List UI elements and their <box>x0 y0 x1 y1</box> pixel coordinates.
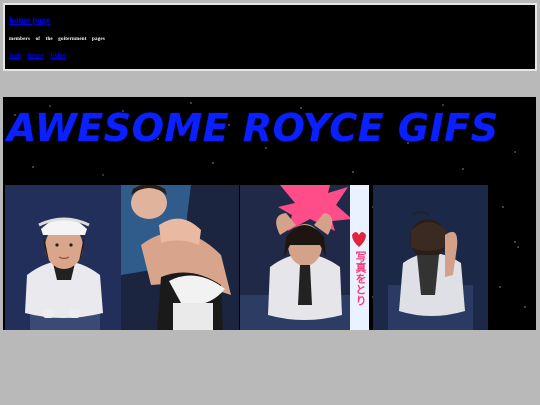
nav-link-royce[interactable]: Royce <box>28 53 44 59</box>
member-nav: Josh Royce Dylan <box>9 53 66 59</box>
nav-link-dylan[interactable]: Dylan <box>50 53 65 59</box>
royce-gif-looking-down <box>373 185 488 330</box>
royce-gifs-banner: AWESOME ROYCE GIFS 写真をとり <box>3 97 536 330</box>
royce-gif-pointing <box>121 185 239 330</box>
nav-link-josh[interactable]: Josh <box>9 53 21 59</box>
site-subtitle: members of the goiternment pages <box>9 37 105 42</box>
photobooth-caption: 写真をとり <box>354 251 367 306</box>
royce-gif-white-cap <box>5 185 122 330</box>
banner-title: AWESOME ROYCE GIFS <box>7 106 499 150</box>
royce-gif-photobooth: 写真をとり <box>240 185 369 330</box>
home-page-link[interactable]: home page <box>9 15 50 25</box>
header-panel: home page members of the goiternment pag… <box>3 3 537 71</box>
